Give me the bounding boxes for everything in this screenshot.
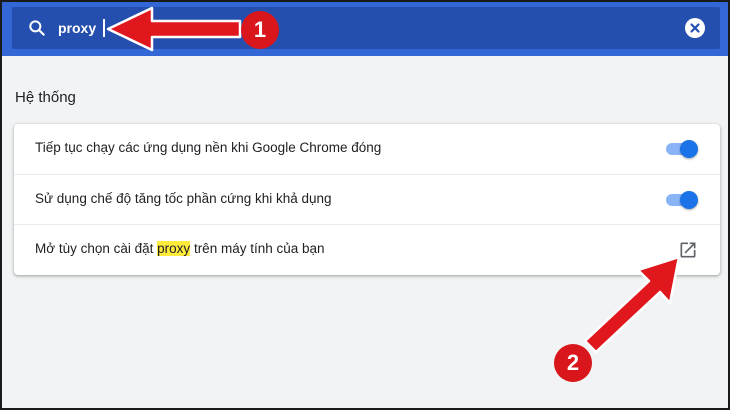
settings-card: Tiếp tục chạy các ứng dụng nền khi Googl… [14,124,720,275]
clear-search-button[interactable] [685,18,705,38]
setting-row-background-apps: Tiếp tục chạy các ứng dụng nền khi Googl… [14,124,720,174]
setting-label: Sử dụng chế độ tăng tốc phần cứng khi kh… [35,191,332,206]
settings-header [2,2,728,56]
toggle-knob [680,191,698,209]
section-title: Hệ thống [15,89,76,106]
open-in-new-icon[interactable] [678,240,698,260]
search-input[interactable] [58,17,658,39]
search-icon [29,20,45,36]
setting-row-hardware-acceleration: Sử dụng chế độ tăng tốc phần cứng khi kh… [14,174,720,224]
background-apps-toggle[interactable] [664,140,698,158]
label-text-after: trên máy tính của bạn [190,241,325,256]
step-badge-2: 2 [554,344,592,382]
label-text-before: Mở tùy chọn cài đặt [35,241,158,256]
setting-label: Tiếp tục chạy các ứng dụng nền khi Googl… [35,140,382,155]
settings-window: Hệ thống Tiếp tục chạy các ứng dụng nền … [0,0,730,410]
setting-label: Mở tùy chọn cài đặt proxy trên máy tính … [35,241,325,256]
close-icon [690,23,700,33]
search-bar[interactable] [12,7,720,49]
search-highlight: proxy [157,241,191,256]
text-cursor [103,19,105,37]
hardware-acceleration-toggle[interactable] [664,191,698,209]
setting-row-proxy[interactable]: Mở tùy chọn cài đặt proxy trên máy tính … [14,224,720,274]
toggle-knob [680,140,698,158]
step-badge-1: 1 [241,11,279,49]
